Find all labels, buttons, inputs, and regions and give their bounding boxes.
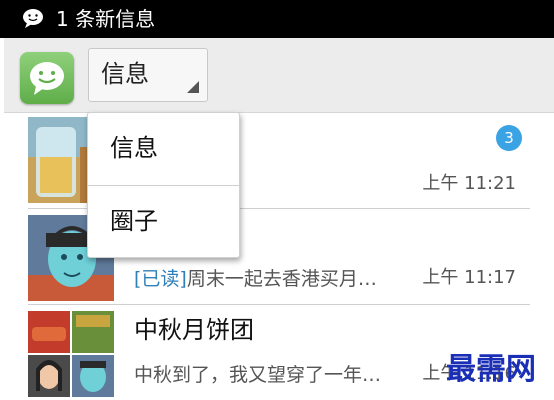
unread-badge: 3 bbox=[496, 125, 522, 151]
message-preview: [已读]周末一起去香港买月… bbox=[134, 267, 406, 291]
spinner-label: 信息 bbox=[101, 60, 149, 88]
menu-item-circles[interactable]: 圈子 bbox=[88, 186, 239, 258]
menu-item-messages[interactable]: 信息 bbox=[88, 113, 239, 185]
smiley-chat-icon[interactable] bbox=[20, 52, 74, 104]
dropdown-triangle-icon bbox=[187, 81, 199, 93]
watermark: 最需网 bbox=[446, 352, 536, 387]
menu-item-label: 信息 bbox=[110, 134, 158, 162]
notification-text: 1 条新信息 bbox=[56, 7, 156, 31]
timestamp: 上午 11:21 bbox=[422, 173, 516, 194]
menu-item-label: 圈子 bbox=[110, 207, 158, 235]
chat-bubble-icon bbox=[22, 8, 44, 28]
group-avatar bbox=[28, 311, 114, 397]
read-tag: [已读] bbox=[134, 268, 187, 290]
preview-text: 周末一起去香港买月… bbox=[186, 268, 377, 290]
view-dropdown-menu: 信息 圈子 bbox=[87, 112, 240, 258]
status-bar: 1 条新信息 bbox=[0, 0, 554, 38]
conversation-title: 中秋月饼团 bbox=[134, 316, 254, 344]
action-bar: 信息 bbox=[4, 38, 554, 113]
view-spinner[interactable]: 信息 bbox=[88, 48, 208, 102]
timestamp: 上午 11:17 bbox=[422, 267, 516, 288]
message-preview: 中秋到了，我又望穿了一年… bbox=[134, 364, 382, 386]
